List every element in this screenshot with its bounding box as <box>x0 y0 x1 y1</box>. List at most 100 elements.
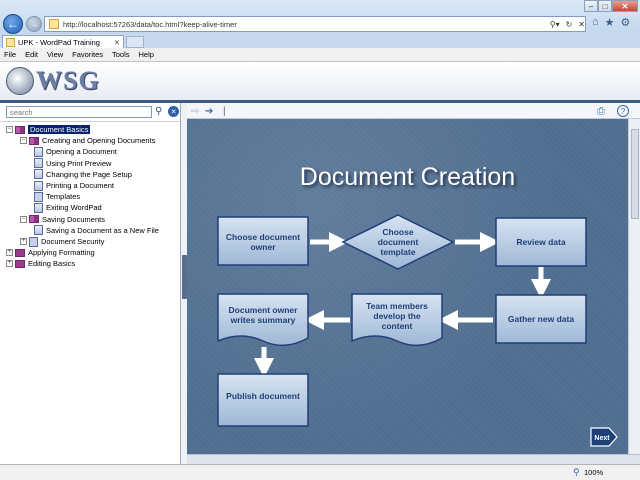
close-window-button[interactable]: ✕ <box>612 0 638 12</box>
refresh-icon[interactable]: ↻ <box>566 20 573 29</box>
toc-item-label: Saving a Document as a New File <box>46 225 159 235</box>
next-slide-button[interactable]: Next <box>590 427 618 447</box>
toc-item-label: Editing Basics <box>28 259 76 269</box>
collapse-icon[interactable]: − <box>6 126 13 133</box>
toc-item[interactable]: − Document Basics <box>6 124 91 135</box>
help-icon[interactable]: ? <box>617 105 629 117</box>
menu-help[interactable]: Help <box>139 50 154 59</box>
menu-view[interactable]: View <box>47 50 63 59</box>
content-bottom-bar <box>187 454 640 464</box>
clear-search-icon[interactable]: ✕ <box>168 106 179 117</box>
book-open-icon <box>15 125 25 134</box>
toc-item[interactable]: + Document Security <box>20 236 104 247</box>
wsg-logo: WSG <box>6 66 100 96</box>
book-open-icon <box>29 215 39 224</box>
toc-item[interactable]: Saving a Document as a New File <box>34 225 159 236</box>
menu-file[interactable]: File <box>4 50 16 59</box>
toc-item[interactable]: + Applying Formatting <box>6 247 95 258</box>
toc-item[interactable]: − Saving Documents <box>20 214 105 225</box>
tools-gear-icon[interactable]: ⚙ <box>621 16 631 29</box>
toc-item-label: Printing a Document <box>46 181 114 190</box>
node-choose-template-label: Choose document template <box>378 227 419 257</box>
node-gather-data-label: Gather new data <box>508 314 574 324</box>
browser-toolbar: ← → http://localhost:57263/data/toc.html… <box>0 0 640 34</box>
expand-icon[interactable]: + <box>6 249 13 257</box>
slide-vertical-scrollbar[interactable] <box>628 119 640 454</box>
browser-tab[interactable]: UPK - WordPad Training ✕ <box>2 35 124 48</box>
maximize-window-button[interactable]: □ <box>598 0 612 12</box>
concept-page-icon <box>34 191 43 202</box>
topic-page-icon <box>34 158 43 169</box>
tab-title: UPK - WordPad Training <box>18 37 100 47</box>
site-banner: WSG <box>0 62 640 100</box>
topic-page-icon <box>34 146 43 157</box>
zoom-icon[interactable]: ⚲ <box>573 467 580 478</box>
toc-item-label: Document Security <box>41 237 105 246</box>
topic-page-icon <box>34 180 43 191</box>
globe-icon <box>6 67 34 95</box>
print-icon[interactable]: ⎙ <box>597 105 605 117</box>
toc-item[interactable]: Exiting WordPad <box>34 202 102 213</box>
search-input[interactable] <box>6 106 152 118</box>
node-owner-writes-label: Document owner writes summary <box>229 305 299 325</box>
status-bar: ⚲ 100% <box>0 464 640 480</box>
toolbar-separator: | <box>223 105 226 117</box>
content-toolbar: ⇨ ➔ | ⎙ ? <box>187 103 640 119</box>
node-publish-label: Publish document <box>226 391 300 401</box>
forward-arrow-icon[interactable]: → <box>26 16 42 32</box>
collapse-icon[interactable]: − <box>20 215 27 223</box>
toc-divider <box>0 121 180 122</box>
expand-icon[interactable]: + <box>20 238 27 245</box>
tab-row: UPK - WordPad Training ✕ <box>0 34 640 48</box>
collapse-icon[interactable]: − <box>20 137 27 145</box>
toc-item[interactable]: Printing a Document <box>34 180 114 191</box>
menu-edit[interactable]: Edit <box>25 50 38 59</box>
book-open-icon <box>29 136 39 145</box>
topic-page-icon <box>34 202 43 213</box>
toc-item-label: Templates <box>46 192 81 202</box>
book-closed-icon <box>15 248 25 257</box>
tab-favicon-icon <box>6 37 15 47</box>
toc-item-label: Creating and Opening Documents <box>42 136 156 146</box>
next-slide-label: Next <box>594 435 610 442</box>
minimize-window-button[interactable]: – <box>584 0 598 12</box>
book-closed-icon <box>15 259 25 268</box>
new-tab-button[interactable] <box>126 36 144 48</box>
concept-page-icon <box>29 236 38 247</box>
slide-content: Document Creation Choose document owner C… <box>187 119 628 454</box>
toc-item[interactable]: − Creating and Opening Documents <box>20 135 155 146</box>
toc-item-label: Using Print Preview <box>46 158 112 168</box>
toc-item-label: Opening a Document <box>46 147 117 157</box>
topic-page-icon <box>34 169 43 180</box>
address-url[interactable]: http://localhost:57263/data/toc.html?kee… <box>63 20 544 29</box>
menu-bar: File Edit View Favorites Tools Help <box>0 48 640 62</box>
flowchart: Choose document owner Choose document templ… <box>217 214 618 447</box>
toc-item-label: Document Basics <box>28 125 91 134</box>
toc-item-label: Applying Formatting <box>28 248 95 258</box>
toc-item[interactable]: + Editing Basics <box>6 258 75 269</box>
zoom-level[interactable]: 100% <box>584 468 603 477</box>
search-icon[interactable]: ⚲ <box>155 106 162 117</box>
previous-arrow-icon[interactable]: ⇨ <box>191 105 199 117</box>
back-arrow-icon[interactable]: ← <box>3 14 23 34</box>
toc-item[interactable]: Templates <box>34 191 80 202</box>
toc-item[interactable]: Changing the Page Setup <box>34 169 132 180</box>
menu-favorites[interactable]: Favorites <box>72 50 103 59</box>
expand-icon[interactable]: + <box>6 260 13 268</box>
next-arrow-icon[interactable]: ➔ <box>205 105 213 117</box>
toc-item[interactable]: Using Print Preview <box>34 158 111 169</box>
logo-text: WSG <box>36 66 100 95</box>
menu-tools[interactable]: Tools <box>112 50 130 59</box>
toc-pane: ⚲ ✕ −Document Basics−Creating and Openin… <box>0 103 181 464</box>
address-bar[interactable]: http://localhost:57263/data/toc.html?kee… <box>44 16 586 32</box>
toc-item-label: Saving Documents <box>42 214 105 224</box>
toc-item-label: Changing the Page Setup <box>46 169 132 179</box>
favorites-star-icon[interactable]: ★ <box>605 16 615 29</box>
toc-item[interactable]: Opening a Document <box>34 146 117 157</box>
search-dropdown-icon[interactable]: ⚲▾ <box>550 20 560 29</box>
home-icon[interactable]: ⌂ <box>592 16 599 29</box>
stop-icon[interactable]: ✕ <box>578 20 585 29</box>
scrollbar-thumb[interactable] <box>631 129 639 219</box>
node-review-data-label: Review data <box>516 237 565 247</box>
tab-close-icon[interactable]: ✕ <box>114 38 120 47</box>
